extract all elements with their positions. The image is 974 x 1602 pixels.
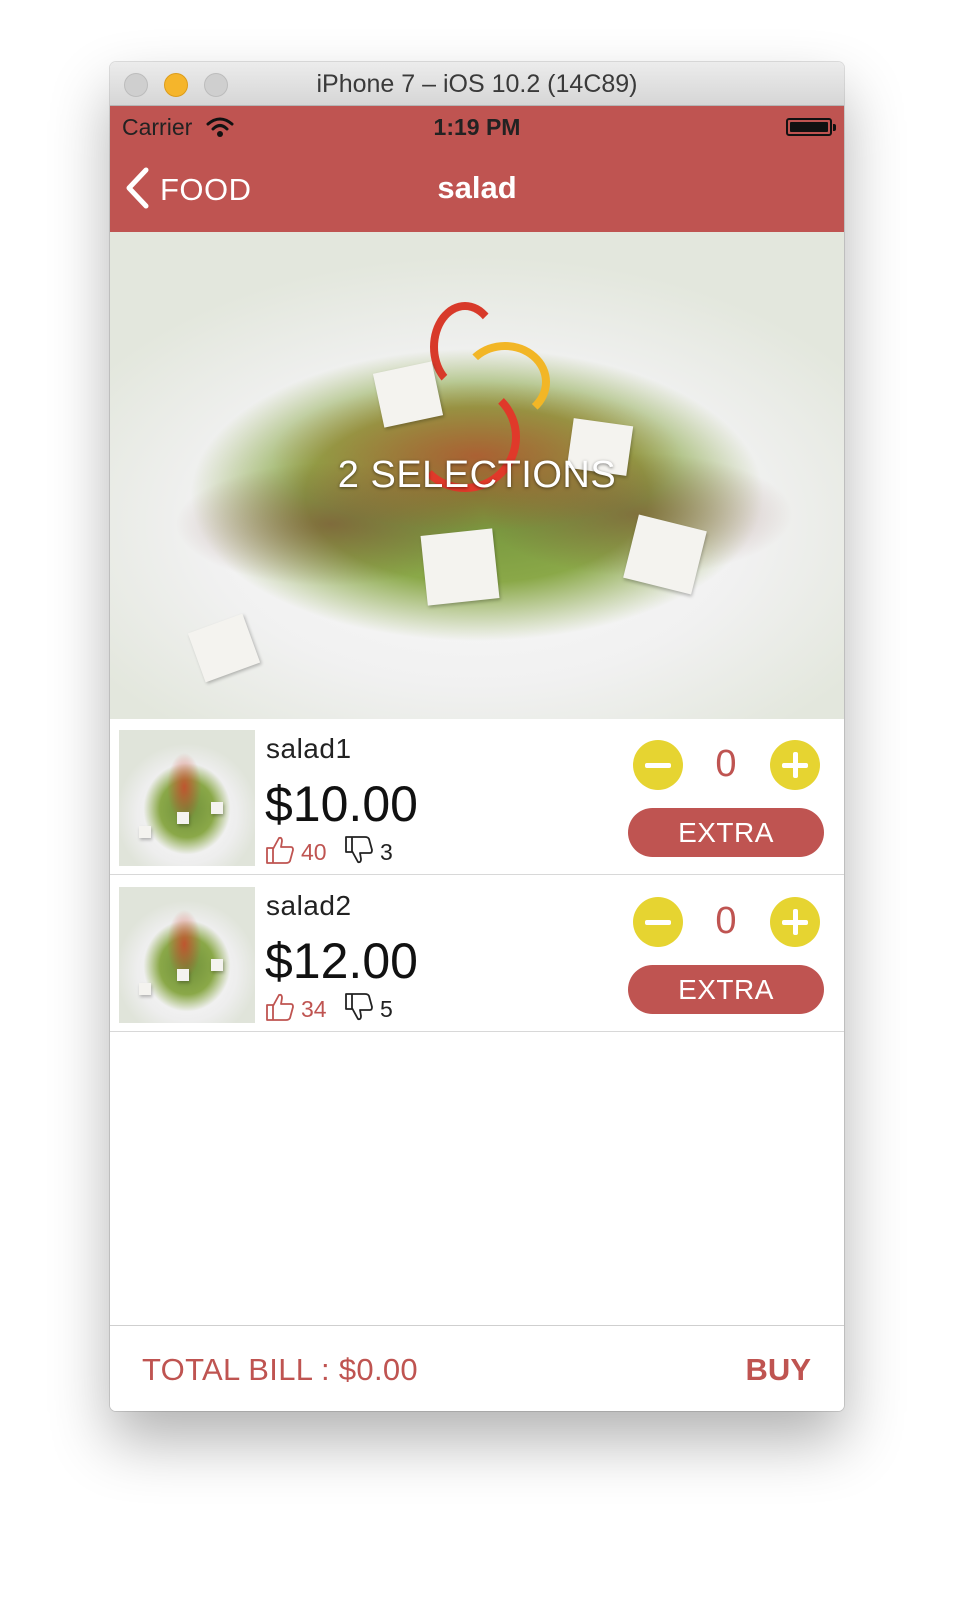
quantity-value: 0 — [715, 743, 737, 785]
like-count: 40 — [301, 839, 327, 865]
simulator-window: iPhone 7 – iOS 10.2 (14C89) Carrier 1:19… — [110, 62, 844, 1411]
item-price: $10.00 — [265, 776, 418, 832]
buy-button[interactable]: BUY — [746, 1352, 811, 1388]
item-name: salad1 — [266, 733, 352, 764]
quantity-value: 0 — [715, 900, 737, 942]
item-name: salad2 — [266, 890, 352, 921]
item-thumbnail — [119, 887, 255, 1023]
thumbs-up-icon[interactable] — [265, 835, 295, 870]
minus-icon — [645, 920, 671, 925]
list-item: salad2 $12.00 34 5 0 EXTRA — [110, 876, 844, 1032]
dislike-count: 3 — [380, 839, 393, 865]
increase-quantity-button[interactable] — [770, 740, 820, 790]
like-count: 34 — [301, 996, 327, 1022]
decrease-quantity-button[interactable] — [633, 740, 683, 790]
item-thumbnail — [119, 730, 255, 866]
minus-icon — [645, 763, 671, 768]
selections-overlay: 2 SELECTIONS — [337, 454, 617, 496]
item-price: $12.00 — [265, 933, 418, 989]
page-title: salad — [437, 170, 517, 205]
thumbs-up-icon[interactable] — [265, 992, 295, 1027]
list-item: salad1 $10.00 40 3 0 EXTRA — [110, 719, 844, 875]
battery-icon — [786, 118, 836, 136]
status-time: 1:19 PM — [433, 114, 521, 140]
thumbs-down-icon[interactable] — [344, 992, 374, 1027]
decrease-quantity-button[interactable] — [633, 897, 683, 947]
window-titlebar: iPhone 7 – iOS 10.2 (14C89) — [110, 62, 844, 106]
hero-image: 2 SELECTIONS — [110, 232, 844, 719]
dislike-count: 5 — [380, 996, 393, 1022]
total-bill: TOTAL BILL : $0.00 — [142, 1352, 418, 1387]
navigation-bar: Carrier 1:19 PM FOOD salad — [110, 106, 844, 232]
extra-button[interactable]: EXTRA — [628, 808, 824, 857]
window-title: iPhone 7 – iOS 10.2 (14C89) — [316, 70, 638, 98]
increase-quantity-button[interactable] — [770, 897, 820, 947]
bill-footer: TOTAL BILL : $0.00 BUY — [110, 1325, 844, 1411]
extra-button[interactable]: EXTRA — [628, 965, 824, 1014]
thumbs-down-icon[interactable] — [344, 835, 374, 870]
